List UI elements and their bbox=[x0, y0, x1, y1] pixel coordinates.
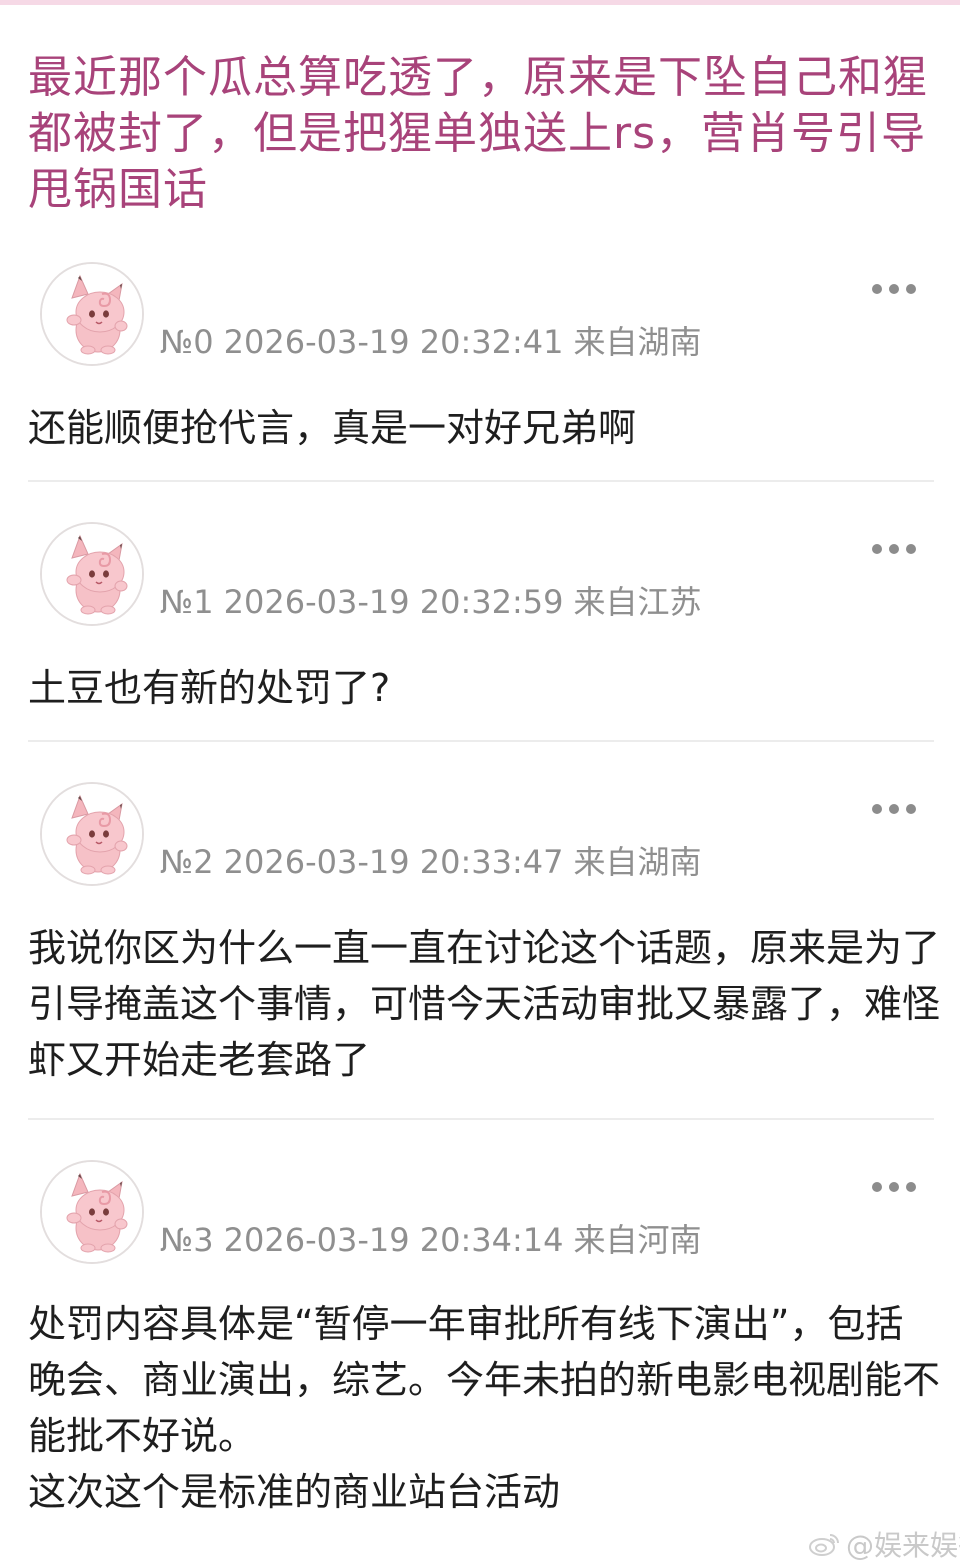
pink-puff-avatar-icon[interactable] bbox=[40, 1160, 144, 1264]
reply-location: 来自江苏 bbox=[573, 583, 702, 621]
reply-content: 我说你区为什么一直一直在讨论这个话题，原来是为了引导掩盖这个事情，可惜今天活动审… bbox=[28, 926, 941, 1082]
reply-datetime: 2026-03-19 20:34:14 bbox=[223, 1221, 564, 1259]
reply-location: 来自河南 bbox=[573, 1221, 702, 1259]
post-title: 最近那个瓜总算吃透了，原来是下坠自己和猩都被封了，但是把猩单独送上rs，营肖号引… bbox=[28, 52, 928, 215]
watermark: @娱来娱往L bbox=[808, 1526, 960, 1562]
pink-puff-avatar-icon[interactable] bbox=[40, 522, 144, 626]
reply-location: 来自湖南 bbox=[573, 843, 702, 881]
reply-meta: №3 2026-03-19 20:34:14 来自河南 bbox=[160, 1220, 712, 1260]
reply-datetime: 2026-03-19 20:32:41 bbox=[223, 323, 564, 361]
pink-puff-avatar-icon[interactable] bbox=[40, 262, 144, 366]
more-dots-icon[interactable] bbox=[872, 542, 916, 556]
divider bbox=[28, 740, 934, 742]
reply-datetime: 2026-03-19 20:32:59 bbox=[223, 583, 564, 621]
more-dots-icon[interactable] bbox=[872, 802, 916, 816]
top-strip bbox=[0, 0, 960, 5]
weibo-icon bbox=[809, 1534, 839, 1556]
reply-content: 土豆也有新的处罚了? bbox=[28, 666, 391, 710]
floor-number: №1 bbox=[160, 583, 214, 621]
reply-content: 还能顺便抢代言，真是一对好兄弟啊 bbox=[28, 406, 637, 450]
more-dots-icon[interactable] bbox=[872, 1180, 916, 1194]
divider bbox=[28, 1118, 934, 1120]
reply-meta: №2 2026-03-19 20:33:47 来自湖南 bbox=[160, 842, 712, 882]
floor-number: №2 bbox=[160, 843, 214, 881]
watermark-text: @娱来娱往L bbox=[846, 1529, 960, 1562]
reply-meta: №1 2026-03-19 20:32:59 来自江苏 bbox=[160, 582, 712, 622]
reply-datetime: 2026-03-19 20:33:47 bbox=[223, 843, 564, 881]
pink-puff-avatar-icon[interactable] bbox=[40, 782, 144, 886]
floor-number: №0 bbox=[160, 323, 214, 361]
reply-location: 来自湖南 bbox=[573, 323, 702, 361]
divider bbox=[28, 480, 934, 482]
reply-content: 处罚内容具体是“暂停一年审批所有线下演出”，包括晚会、商业演出，综艺。今年未拍的… bbox=[28, 1302, 941, 1514]
more-dots-icon[interactable] bbox=[872, 282, 916, 296]
reply-meta: №0 2026-03-19 20:32:41 来自湖南 bbox=[160, 322, 712, 362]
floor-number: №3 bbox=[160, 1221, 214, 1259]
